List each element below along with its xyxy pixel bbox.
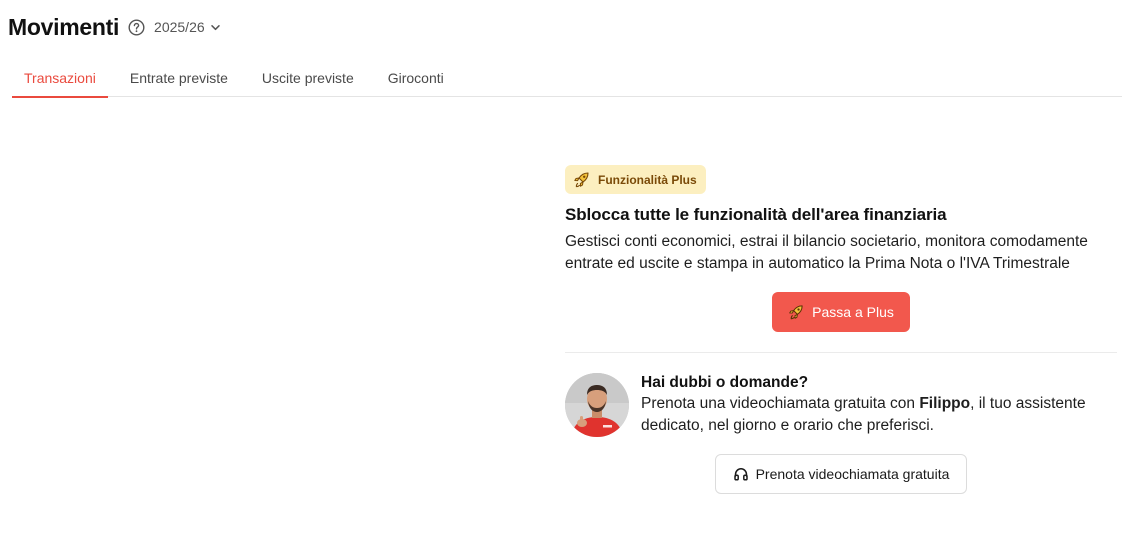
- promo-title: Sblocca tutte le funzionalità dell'area …: [565, 205, 947, 224]
- book-video-call-button[interactable]: Prenota videochiamata gratuita: [714, 454, 968, 494]
- page-title: Movimenti: [8, 13, 120, 40]
- tab-label: Uscite previste: [261, 70, 354, 86]
- upgrade-button-label: Passa a Plus: [812, 304, 894, 320]
- rocket-icon: [574, 172, 589, 188]
- question-circle-icon[interactable]: [128, 18, 145, 36]
- year-selector[interactable]: 2025/26: [154, 19, 221, 35]
- headphones-icon: [733, 468, 748, 481]
- assistant-title: Hai dubbi o domande?: [641, 374, 809, 391]
- page-header: Movimenti 2025/26: [8, 12, 221, 42]
- tab-giroconti[interactable]: Giroconti: [376, 62, 456, 97]
- assistant-name: Filippo: [919, 395, 971, 412]
- assistant-description: Prenota una videochiamata gratuita con F…: [641, 393, 1111, 436]
- plus-feature-badge: Funzionalità Plus: [565, 165, 706, 194]
- assistant-avatar: [565, 373, 629, 437]
- divider: [565, 352, 1117, 353]
- tab-label: Giroconti: [387, 70, 444, 86]
- tab-label: Transazioni: [24, 70, 96, 86]
- assistant-section: Hai dubbi o domande? Prenota una videoch…: [565, 373, 1117, 437]
- assistant-body: Hai dubbi o domande? Prenota una videoch…: [641, 373, 1111, 437]
- tab-label: Entrate previste: [129, 70, 228, 86]
- tab-uscite-previste[interactable]: Uscite previste: [250, 62, 366, 97]
- badge-label: Funzionalità Plus: [598, 172, 697, 187]
- tab-entrate-previste[interactable]: Entrate previste: [118, 62, 240, 97]
- plus-upsell-panel: Funzionalità Plus Sblocca tutte le funzi…: [565, 165, 1117, 494]
- page: Movimenti 2025/26 Transazioni Entrate pr…: [0, 0, 1122, 555]
- assistant-text-before: Prenota una videochiamata gratuita con: [641, 395, 920, 412]
- promo-description: Gestisci conti economici, estrai il bila…: [565, 233, 1088, 272]
- call-button-label: Prenota videochiamata gratuita: [755, 466, 950, 482]
- chevron-down-icon: [210, 25, 220, 31]
- upgrade-plus-button[interactable]: Passa a Plus: [772, 292, 910, 332]
- tab-transazioni[interactable]: Transazioni: [12, 62, 108, 98]
- call-button-row: Prenota videochiamata gratuita: [565, 454, 1117, 494]
- rocket-icon: [789, 305, 803, 320]
- year-value: 2025/26: [154, 19, 205, 35]
- plus-button-row: Passa a Plus: [565, 292, 1117, 332]
- tab-bar: Transazioni Entrate previste Uscite prev…: [12, 62, 1122, 98]
